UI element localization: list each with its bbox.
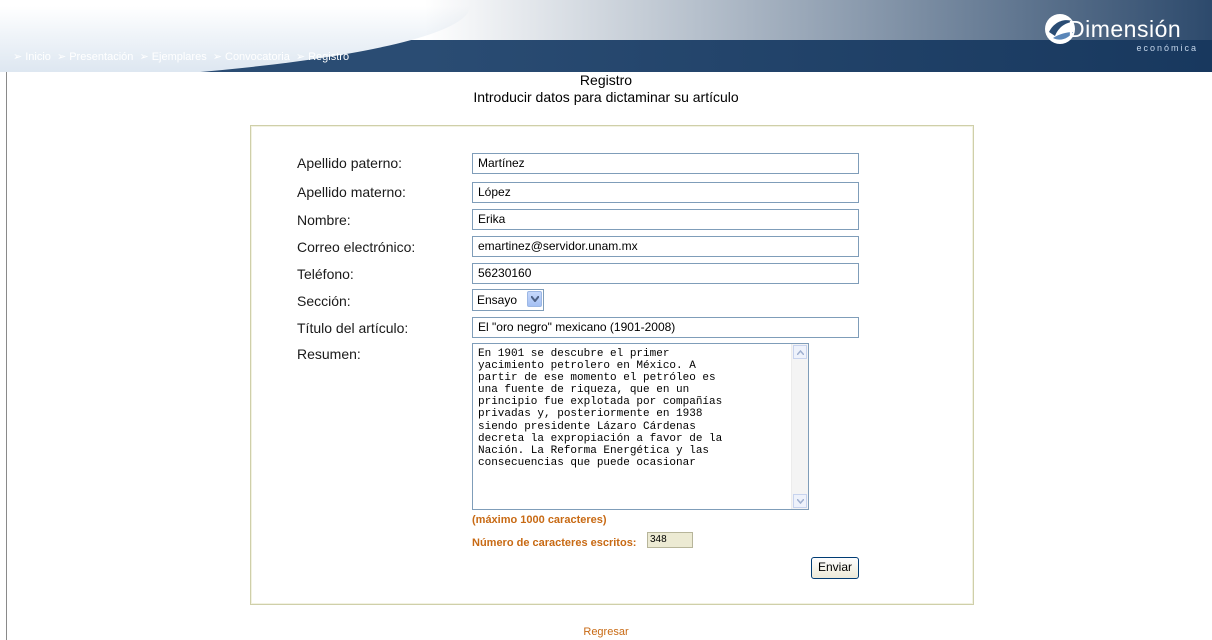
resumen-label: Resumen:	[297, 346, 361, 362]
nav-ejemplares[interactable]: Ejemplares	[152, 51, 207, 63]
seccion-select[interactable]: Ensayo	[472, 289, 544, 311]
arrow-right-icon: ➢	[139, 51, 149, 63]
chevron-down-icon	[531, 296, 539, 302]
nombre-label: Nombre:	[297, 212, 351, 228]
correo-label: Correo electrónico:	[297, 239, 416, 255]
nav-convocatoria[interactable]: Convocatoria	[225, 51, 290, 63]
brand-name: Dimensión	[1068, 16, 1182, 42]
resumen-textarea[interactable]: En 1901 se descubre el primer yacimiento…	[472, 343, 809, 510]
scroll-up-button[interactable]	[793, 345, 807, 359]
scroll-down-button[interactable]	[793, 494, 807, 508]
seccion-dropdown-button[interactable]	[527, 291, 542, 307]
chevron-down-icon	[797, 499, 804, 504]
brand-logo[interactable]: Dimensión económica	[1031, 10, 1206, 60]
telefono-label: Teléfono:	[297, 266, 354, 282]
nav-registro[interactable]: Registro	[308, 51, 349, 63]
back-link[interactable]: Regresar	[0, 626, 1212, 638]
arrow-right-icon: ➢	[212, 51, 222, 63]
nav-presentacion[interactable]: Presentación	[69, 51, 133, 63]
chevron-up-icon	[797, 350, 804, 355]
apellido-materno-input[interactable]: López	[472, 182, 859, 203]
max-characters-note: (máximo 1000 caracteres)	[472, 514, 607, 526]
breadcrumb: ➢ Inicio ➢ Presentación ➢ Ejemplares ➢ Convo…	[10, 50, 349, 63]
nav-inicio[interactable]: Inicio	[25, 51, 51, 63]
resumen-text: En 1901 se descubre el primer yacimiento…	[478, 348, 723, 469]
telefono-input[interactable]: 56230160	[472, 263, 859, 284]
seccion-label: Sección:	[297, 293, 351, 309]
apellido-paterno-label: Apellido paterno:	[297, 155, 403, 171]
page-subtitle: Introducir datos para dictaminar su artí…	[473, 89, 739, 105]
site-header: ➢ Inicio ➢ Presentación ➢ Ejemplares ➢ Convo…	[0, 0, 1212, 72]
seccion-value: Ensayo	[477, 293, 518, 307]
arrow-right-icon: ➢	[295, 51, 306, 63]
resumen-scrollbar[interactable]	[791, 344, 808, 509]
titulo-label: Título del artículo:	[297, 320, 409, 336]
apellido-materno-label: Apellido materno:	[297, 184, 406, 200]
page-title: Registro	[579, 72, 633, 88]
character-count-field: 348	[647, 532, 693, 548]
character-count-label: Número de caracteres escritos:	[472, 537, 637, 549]
correo-input[interactable]: emartinez@servidor.unam.mx	[472, 236, 859, 257]
submit-button[interactable]: Enviar	[811, 557, 859, 579]
page: ➢ Inicio ➢ Presentación ➢ Ejemplares ➢ Convo…	[0, 0, 1212, 640]
nombre-input[interactable]: Erika	[472, 209, 859, 230]
page-border	[6, 72, 7, 640]
arrow-right-icon: ➢	[56, 51, 67, 63]
arrow-right-icon: ➢	[13, 51, 23, 63]
apellido-paterno-input[interactable]: Martínez	[472, 153, 859, 174]
brand-tagline: económica	[1136, 43, 1198, 53]
titulo-input[interactable]: El "oro negro" mexicano (1901-2008)	[472, 317, 859, 338]
